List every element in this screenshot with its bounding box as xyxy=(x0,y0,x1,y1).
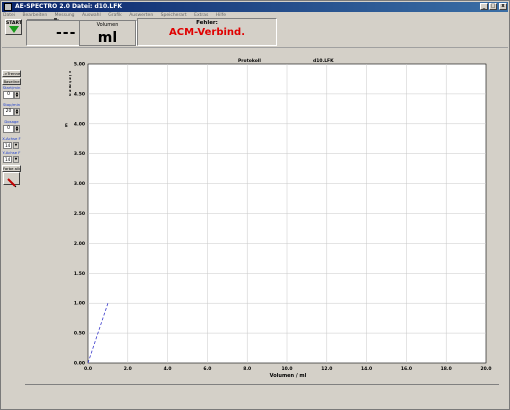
y-tick-label: 4.50 xyxy=(74,91,85,97)
toolbar-divider xyxy=(2,47,508,48)
x-tick-label: 0.0 xyxy=(84,366,92,372)
window-file-label: Datei: d10.LFK xyxy=(72,3,123,10)
y-tick-label: 5.00 xyxy=(74,62,85,68)
trennen-button[interactable]: ->Trennen xyxy=(2,70,21,77)
y-tick-label: 0.00 xyxy=(74,361,85,367)
y-tick-label: 2.50 xyxy=(74,211,85,217)
menu-item-datei[interactable]: Datei xyxy=(3,13,15,18)
y-axis-font-select[interactable]: 14 xyxy=(3,156,12,163)
error-panel: Fehler: ACM-Verbind. xyxy=(137,18,277,46)
x-tick-label: 2.0 xyxy=(124,366,132,372)
volume-header: Volumen xyxy=(96,22,119,28)
volume-box: Volumen ml xyxy=(79,20,136,46)
error-header: Fehler: xyxy=(196,20,218,26)
y-axis-font-label: Y-Achse F xyxy=(2,150,21,155)
chart-header-protokoll: Protokoll xyxy=(238,58,261,64)
menu-item-auswahl[interactable]: Auswahl xyxy=(82,13,101,18)
x-tick-label: 8.0 xyxy=(243,366,251,372)
dosage-label: Dosage xyxy=(4,119,19,124)
y-tick-label: 1.00 xyxy=(74,301,85,307)
x-tick-label: 6.0 xyxy=(203,366,211,372)
baseline-button[interactable]: Baseline xyxy=(2,78,21,85)
x-tick-label: 12.0 xyxy=(321,366,332,372)
dosage-input[interactable]: 0 xyxy=(3,125,14,133)
app-window: AE-SPECTRO 2.0 Datei: d10.LFK _ □ x Date… xyxy=(0,0,510,410)
x-axis-font-label: X-Achse F xyxy=(2,136,21,141)
chart-area: 0.0 2.0 4.0 6.0 8.0 10.0 12.0 14.0 16.0 18.0 20.0 0… xyxy=(23,49,501,395)
x-axis-label: Volumen / ml xyxy=(270,373,307,379)
y-axis-font-dropdown-icon[interactable]: ▼ xyxy=(13,156,19,163)
volume-value: --- xyxy=(56,25,77,41)
menu-item-bearbeiten[interactable]: Bearbeiten xyxy=(22,13,47,18)
x-tick-label: 18.0 xyxy=(441,366,452,372)
maximize-button[interactable]: □ xyxy=(489,3,497,10)
x-axis-font-dropdown-icon[interactable]: ▼ xyxy=(13,142,19,149)
menu-item-grafik[interactable]: Grafik xyxy=(108,13,122,18)
app-icon xyxy=(4,3,12,11)
window-title: AE-SPECTRO 2.0 xyxy=(15,3,70,10)
y-tick-label: 0.50 xyxy=(74,331,85,337)
stop-min-label: Stop/min xyxy=(2,102,21,107)
x-tick-label: 20.0 xyxy=(480,366,491,372)
stop-min-input[interactable]: 20 xyxy=(3,108,14,116)
x-tick-label: 4.0 xyxy=(164,366,172,372)
error-message: ACM-Verbind. xyxy=(168,27,246,38)
pen-color-button[interactable] xyxy=(3,172,20,188)
start-arrow-icon xyxy=(9,26,19,33)
title-bar[interactable]: AE-SPECTRO 2.0 Datei: d10.LFK _ □ x xyxy=(2,2,508,12)
x-tick-label: 10.0 xyxy=(281,366,292,372)
start-min-label: Start/min xyxy=(2,85,21,90)
y-axis-label: c i e t m e n xyxy=(68,71,73,96)
x-tick-label: 14.0 xyxy=(361,366,372,372)
minimize-button[interactable]: _ xyxy=(480,3,488,10)
y-tick-label: 1.50 xyxy=(74,271,85,277)
start-min-input[interactable]: 0 xyxy=(3,91,14,99)
menu-item-messung[interactable]: Messung xyxy=(55,13,75,18)
y-tick-label: 3.50 xyxy=(74,151,85,157)
farbe-alle-button[interactable]: Farbe alle xyxy=(2,165,21,172)
x-axis-font-select[interactable]: 14 xyxy=(3,142,12,149)
y-axis-label-secondary: E xyxy=(65,123,68,128)
stop-min-spinner[interactable]: ▲ ▼ xyxy=(14,108,20,116)
chart-svg[interactable]: 0.0 2.0 4.0 6.0 8.0 10.0 12.0 14.0 16.0 18.0 20.0 0… xyxy=(23,49,501,395)
start-button[interactable]: START xyxy=(5,19,22,35)
status-divider xyxy=(25,384,499,385)
chart-header-file: d10.LFK xyxy=(313,58,334,64)
y-tick-label: 4.00 xyxy=(74,121,85,127)
dosage-spinner[interactable]: ▲ ▼ xyxy=(14,125,20,133)
close-button[interactable]: x xyxy=(499,3,507,10)
volume-unit: ml xyxy=(97,30,118,46)
y-tick-label: 3.00 xyxy=(74,181,85,187)
start-min-spinner[interactable]: ▲ ▼ xyxy=(14,91,20,99)
y-tick-label: 2.00 xyxy=(74,241,85,247)
pen-icon xyxy=(7,178,17,188)
x-tick-label: 16.0 xyxy=(401,366,412,372)
